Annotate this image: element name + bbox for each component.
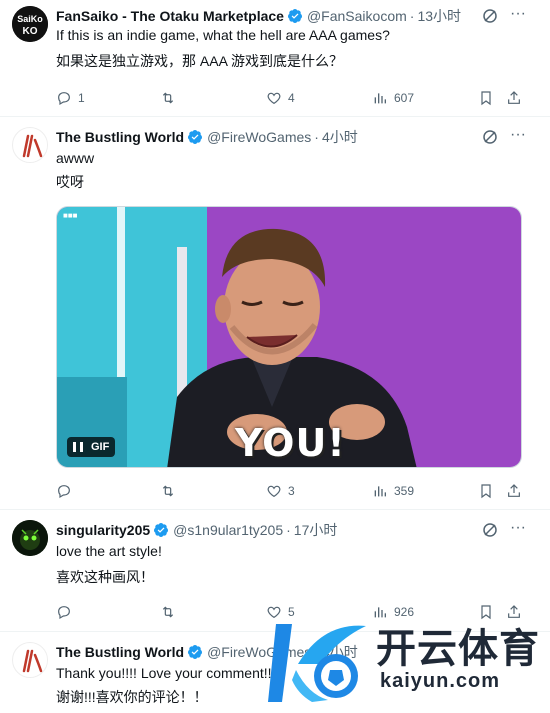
retweet-button[interactable] [160, 602, 182, 622]
share-button[interactable] [506, 88, 522, 108]
like-button[interactable]: 4 [266, 88, 295, 108]
watermark-url: kaiyun.com [380, 670, 501, 692]
verified-badge-icon [154, 523, 169, 537]
action-bar: 1 4 607 [56, 88, 526, 108]
reply-icon [58, 92, 70, 106]
tweet-text-en: love the art style! [56, 543, 162, 559]
bookmark-button[interactable] [478, 481, 494, 501]
like-count: 3 [288, 484, 295, 498]
watermark-k-icon [268, 624, 366, 702]
grok-icon[interactable] [482, 8, 498, 24]
timestamp[interactable]: 17小时 [294, 520, 338, 540]
tweet-text-en: awww [56, 150, 95, 166]
heart-icon [267, 485, 281, 498]
bookmark-icon [481, 91, 491, 106]
tweet-1[interactable]: SaiKo KO FanSaiko - The Otaku Marketplac… [0, 0, 550, 120]
author-handle[interactable]: @FanSaikocom [307, 8, 407, 24]
reply-icon [58, 606, 70, 620]
bookmark-button[interactable] [478, 88, 494, 108]
gif-media[interactable]: ■■■ YOU! GIF [56, 206, 522, 468]
author-name[interactable]: singularity205 [56, 522, 150, 538]
tweet-2[interactable]: The Bustling World @FireWoGames · 4小时 ··… [0, 117, 550, 513]
like-button[interactable]: 3 [266, 481, 295, 501]
author-handle[interactable]: @s1n9ular1ty205 [173, 522, 283, 538]
retweet-button[interactable] [160, 481, 182, 501]
more-options-icon[interactable]: ··· [508, 520, 528, 540]
views-button[interactable]: 359 [372, 481, 414, 501]
separator-dot: · [409, 8, 415, 24]
views-chart-icon [374, 486, 386, 497]
reply-button[interactable] [56, 481, 78, 501]
tweet-text-en: If this is an indie game, what the hell … [56, 27, 390, 43]
watermark-title: 开云体育 [376, 626, 540, 672]
tweet-text-en: Thank you!!!! Love your comment!! [56, 665, 272, 681]
reply-button[interactable] [56, 602, 78, 622]
share-icon [508, 91, 520, 104]
grok-icon[interactable] [482, 129, 498, 145]
gif-caption-text: YOU! [235, 421, 346, 465]
reply-icon [58, 485, 70, 499]
avatar[interactable]: SaiKo KO [12, 6, 48, 42]
channel-logo: ■■■ [63, 211, 78, 220]
separator-dot: · [314, 129, 319, 145]
view-count: 607 [394, 91, 415, 105]
view-count: 359 [394, 484, 415, 498]
author-handle[interactable]: @FireWoGames [207, 129, 311, 145]
avatar-logo-text: SaiKo [17, 14, 43, 24]
more-options-icon[interactable]: ··· [508, 6, 528, 26]
retweet-button[interactable] [160, 88, 182, 108]
retweet-icon [162, 92, 174, 104]
views-chart-icon [374, 93, 386, 104]
separator-dot: · [286, 522, 291, 538]
timestamp[interactable]: 4小时 [322, 127, 358, 147]
retweet-icon [162, 485, 174, 497]
gif-pause-button[interactable]: GIF [67, 437, 116, 457]
reply-count: 1 [78, 91, 85, 105]
like-count: 4 [288, 91, 295, 105]
author-name[interactable]: The Bustling World [56, 644, 184, 660]
more-options-icon[interactable]: ··· [508, 127, 528, 147]
verified-badge-icon [287, 9, 302, 23]
tweet-text-zh: 如果这是独立游戏，那 AAA 游戏到底是什么？ [56, 53, 344, 69]
avatar[interactable] [12, 127, 48, 163]
reply-button[interactable]: 1 [56, 88, 85, 108]
timestamp[interactable]: 13小时 [417, 6, 461, 26]
author-name[interactable]: The Bustling World [56, 129, 184, 145]
svg-text:KO: KO [23, 26, 38, 37]
tweet-text-zh: 哎呀 [56, 174, 84, 190]
tweet-text-zh: 谢谢!!!喜欢你的评论！！ [56, 689, 208, 705]
views-button[interactable]: 607 [372, 88, 414, 108]
watermark-logo: 开云体育 kaiyun.com [268, 612, 550, 713]
bookmark-icon [481, 484, 491, 499]
retweet-icon [162, 606, 174, 618]
tweet-text-zh: 喜欢这种画风！ [56, 569, 154, 585]
avatar[interactable] [12, 642, 48, 678]
avatar[interactable] [12, 520, 48, 556]
verified-badge-icon [188, 645, 203, 659]
verified-badge-icon [188, 130, 203, 144]
pause-icon [73, 442, 83, 452]
share-button[interactable] [506, 481, 522, 501]
share-icon [508, 484, 520, 497]
author-name[interactable]: FanSaiko - The Otaku Marketplace [56, 8, 284, 24]
gif-label: GIF [91, 441, 110, 453]
heart-icon [267, 92, 281, 105]
grok-icon[interactable] [482, 522, 498, 538]
action-bar: 3 359 [56, 481, 526, 501]
